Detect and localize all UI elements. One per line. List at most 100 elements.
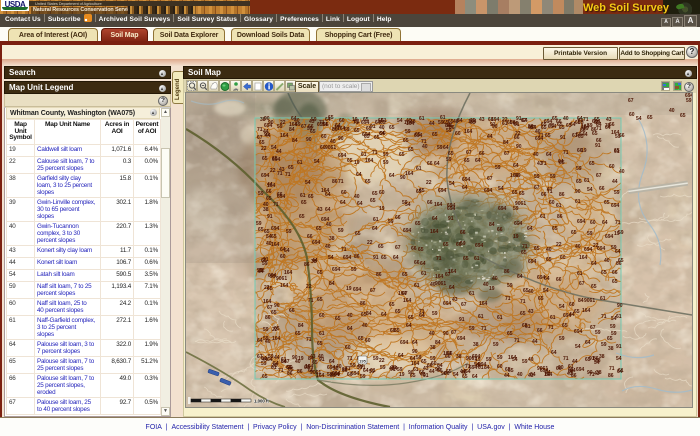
svg-text:91: 91 bbox=[616, 344, 622, 350]
svg-text:65: 65 bbox=[317, 297, 323, 303]
svg-text:59: 59 bbox=[360, 374, 366, 380]
svg-text:22: 22 bbox=[367, 240, 373, 246]
svg-text:90: 90 bbox=[306, 137, 312, 143]
svg-text:38: 38 bbox=[456, 354, 462, 360]
svg-text:86: 86 bbox=[304, 262, 310, 268]
svg-text:91: 91 bbox=[373, 255, 379, 261]
svg-text:67: 67 bbox=[504, 151, 510, 157]
svg-text:71: 71 bbox=[615, 220, 621, 226]
svg-text:67: 67 bbox=[267, 305, 273, 311]
svg-text:61: 61 bbox=[354, 119, 360, 125]
svg-text:64: 64 bbox=[389, 173, 395, 179]
svg-text:65: 65 bbox=[308, 194, 314, 200]
svg-text:40: 40 bbox=[354, 194, 360, 200]
svg-text:19: 19 bbox=[298, 356, 304, 362]
svg-text:59: 59 bbox=[388, 219, 394, 225]
svg-text:65: 65 bbox=[612, 279, 618, 285]
svg-text:694: 694 bbox=[685, 93, 692, 99]
svg-text:64: 64 bbox=[551, 350, 557, 356]
svg-text:43: 43 bbox=[452, 297, 458, 303]
svg-text:40: 40 bbox=[422, 144, 428, 150]
svg-text:59: 59 bbox=[350, 363, 356, 369]
svg-text:90: 90 bbox=[516, 144, 522, 150]
svg-text:65: 65 bbox=[520, 311, 526, 317]
svg-text:59: 59 bbox=[576, 166, 582, 172]
svg-text:694: 694 bbox=[462, 177, 471, 183]
svg-text:65: 65 bbox=[541, 125, 547, 131]
svg-text:64: 64 bbox=[406, 323, 412, 329]
svg-text:54: 54 bbox=[328, 255, 334, 261]
svg-text:59: 59 bbox=[493, 342, 499, 348]
svg-text:44: 44 bbox=[532, 339, 538, 345]
svg-text:66: 66 bbox=[308, 368, 314, 374]
svg-text:65: 65 bbox=[262, 156, 268, 162]
svg-text:71: 71 bbox=[285, 172, 291, 178]
svg-text:64: 64 bbox=[379, 131, 385, 137]
svg-text:65: 65 bbox=[552, 226, 558, 232]
svg-text:19: 19 bbox=[614, 231, 620, 237]
svg-text:54: 54 bbox=[587, 187, 593, 193]
svg-text:54: 54 bbox=[498, 186, 504, 192]
svg-text:694: 694 bbox=[574, 329, 583, 335]
svg-text:66: 66 bbox=[556, 277, 562, 283]
svg-text:164: 164 bbox=[435, 274, 444, 280]
svg-text:164: 164 bbox=[464, 129, 473, 135]
svg-text:59: 59 bbox=[534, 174, 540, 180]
svg-text:64: 64 bbox=[527, 226, 533, 232]
svg-text:40: 40 bbox=[362, 323, 368, 329]
svg-text:67: 67 bbox=[521, 118, 527, 124]
svg-text:694: 694 bbox=[312, 240, 321, 246]
svg-text:65: 65 bbox=[463, 256, 469, 262]
svg-text:90: 90 bbox=[443, 331, 449, 337]
svg-text:65: 65 bbox=[271, 234, 277, 240]
svg-text:59: 59 bbox=[373, 356, 379, 362]
svg-text:43: 43 bbox=[567, 371, 573, 377]
svg-text:86: 86 bbox=[287, 371, 293, 377]
svg-text:71: 71 bbox=[306, 337, 312, 343]
svg-text:65: 65 bbox=[288, 165, 294, 171]
svg-text:65: 65 bbox=[267, 286, 273, 292]
svg-text:65: 65 bbox=[335, 316, 341, 322]
svg-text:65: 65 bbox=[380, 120, 386, 126]
svg-text:65: 65 bbox=[286, 365, 292, 371]
svg-text:84: 84 bbox=[435, 340, 441, 346]
svg-text:65: 65 bbox=[421, 359, 427, 365]
svg-text:66: 66 bbox=[599, 186, 605, 192]
svg-text:60: 60 bbox=[339, 118, 345, 124]
svg-text:66: 66 bbox=[414, 260, 420, 266]
svg-text:67: 67 bbox=[301, 124, 307, 130]
svg-text:65: 65 bbox=[317, 341, 323, 347]
svg-text:66: 66 bbox=[289, 308, 295, 314]
svg-text:86: 86 bbox=[297, 369, 303, 375]
svg-text:71: 71 bbox=[273, 202, 279, 208]
svg-text:694: 694 bbox=[605, 234, 614, 240]
svg-text:65: 65 bbox=[399, 152, 405, 158]
svg-text:60: 60 bbox=[321, 134, 327, 140]
svg-text:60: 60 bbox=[549, 200, 555, 206]
svg-text:65: 65 bbox=[552, 116, 558, 122]
svg-text:91: 91 bbox=[267, 214, 273, 220]
svg-text:40: 40 bbox=[517, 372, 523, 378]
svg-text:64: 64 bbox=[340, 200, 346, 206]
svg-text:22: 22 bbox=[515, 131, 521, 137]
svg-text:90: 90 bbox=[408, 370, 414, 376]
svg-text:66: 66 bbox=[427, 363, 433, 369]
svg-text:60: 60 bbox=[345, 345, 351, 351]
svg-text:65: 65 bbox=[317, 122, 323, 128]
svg-text:61: 61 bbox=[556, 203, 562, 209]
svg-text:65: 65 bbox=[589, 161, 595, 167]
svg-text:65: 65 bbox=[259, 140, 265, 146]
svg-text:91: 91 bbox=[514, 122, 520, 128]
svg-text:64: 64 bbox=[432, 216, 438, 222]
svg-text:65: 65 bbox=[394, 328, 400, 334]
svg-text:65: 65 bbox=[512, 190, 518, 196]
svg-text:65: 65 bbox=[419, 188, 425, 194]
svg-text:71: 71 bbox=[601, 314, 607, 320]
svg-text:54: 54 bbox=[271, 145, 277, 151]
svg-text:65: 65 bbox=[381, 255, 387, 261]
svg-text:65: 65 bbox=[557, 122, 563, 128]
svg-text:61: 61 bbox=[281, 357, 287, 363]
svg-text:38: 38 bbox=[595, 358, 601, 364]
svg-text:694: 694 bbox=[438, 188, 447, 194]
svg-text:71: 71 bbox=[548, 325, 554, 331]
